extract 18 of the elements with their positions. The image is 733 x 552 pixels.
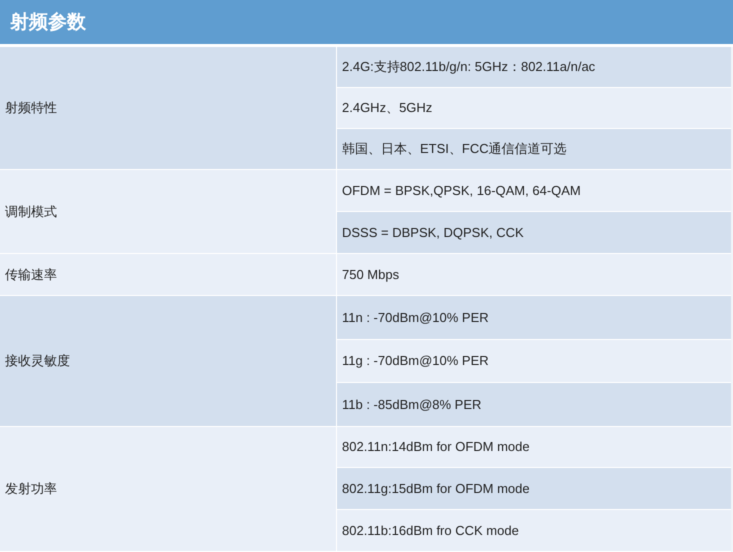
row-label: 传输速率 — [5, 266, 57, 284]
cell-value: 802.11n:14dBm for OFDM mode — [342, 438, 530, 456]
cell-value: 11b : -85dBm@8% PER — [342, 396, 482, 414]
cell-value: 2.4GHz、5GHz — [342, 99, 432, 118]
section-title: 射频参数 — [10, 10, 86, 35]
cell-value: 11n : -70dBm@10% PER — [342, 308, 489, 327]
cell-value: 韩国、日本、ETSI、FCC通信信道可选 — [342, 140, 567, 158]
row-label: 调制模式 — [5, 202, 57, 221]
cell-value: 802.11b:16dBm fro CCK mode — [342, 522, 519, 540]
row-label: 发射功率 — [5, 480, 57, 498]
cell-value: DSSS = DBPSK, DQPSK, CCK — [342, 224, 524, 242]
cell-value: OFDM = BPSK,QPSK, 16-QAM, 64-QAM — [342, 182, 581, 200]
cell-value: 11g : -70dBm@10% PER — [342, 352, 489, 370]
row-label: 接收灵敏度 — [5, 352, 70, 370]
row-label: 射频特性 — [5, 99, 57, 118]
cell-value: 750 Mbps — [342, 266, 400, 284]
cell-value: 2.4G:支持802.11b/g/n: 5GHz：802.11a/n/ac — [342, 58, 596, 76]
cell-value: 802.11g:15dBm for OFDM mode — [342, 480, 530, 498]
